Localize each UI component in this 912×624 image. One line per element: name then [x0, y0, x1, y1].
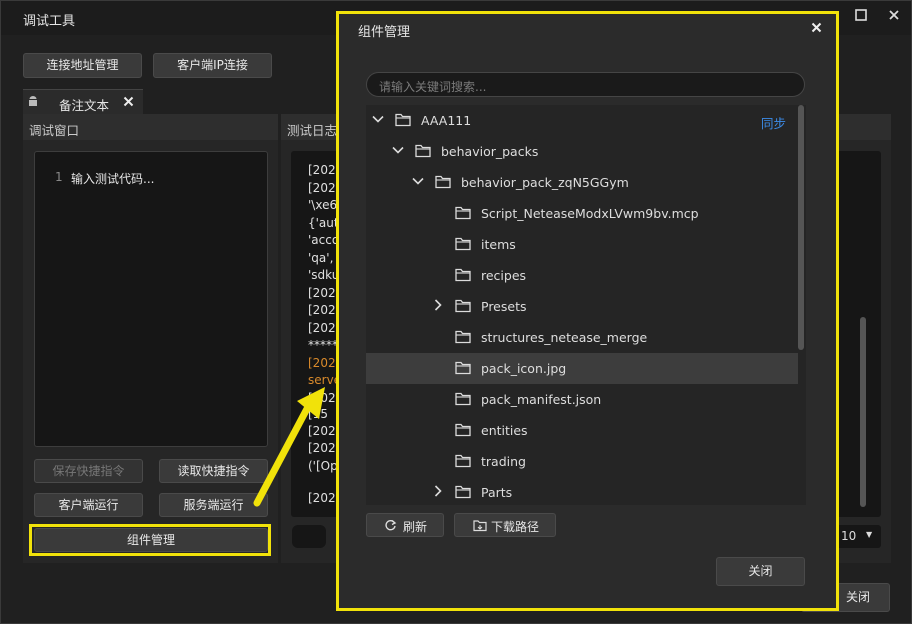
- debug-window-title: 调试窗口: [23, 114, 278, 140]
- tab-label: 备注文本: [59, 98, 110, 113]
- close-icon[interactable]: [886, 9, 902, 25]
- log-line: 'acco: [308, 233, 340, 247]
- line-number: 1: [55, 170, 63, 184]
- client-ip-connect-button[interactable]: 客户端IP连接: [153, 53, 272, 78]
- save-shortcut-button[interactable]: 保存快捷指令: [34, 459, 143, 483]
- code-editor[interactable]: 1 输入测试代码...: [34, 151, 268, 447]
- tab-notes[interactable]: 备注文本: [23, 89, 143, 114]
- highlight-dialog: [336, 11, 839, 611]
- highlight-component-button: [29, 524, 271, 556]
- pointer-arrow: [253, 387, 325, 507]
- window-title: 调试工具: [23, 14, 76, 29]
- android-icon: [27, 95, 39, 112]
- caret-down-icon: ▼: [866, 530, 873, 539]
- connect-address-button[interactable]: 连接地址管理: [23, 53, 142, 78]
- log-input[interactable]: [292, 525, 326, 548]
- log-line: 'sdku: [308, 268, 340, 282]
- tab-close-icon[interactable]: [123, 96, 134, 110]
- log-scrollbar[interactable]: [860, 317, 866, 507]
- log-line: '\xe6: [308, 198, 338, 212]
- log-line: 'qa',: [308, 251, 334, 265]
- maximize-icon[interactable]: [853, 9, 869, 25]
- page-size-value: 10: [841, 529, 857, 543]
- editor-placeholder: 输入测试代码...: [71, 172, 155, 186]
- client-run-button[interactable]: 客户端运行: [34, 493, 143, 517]
